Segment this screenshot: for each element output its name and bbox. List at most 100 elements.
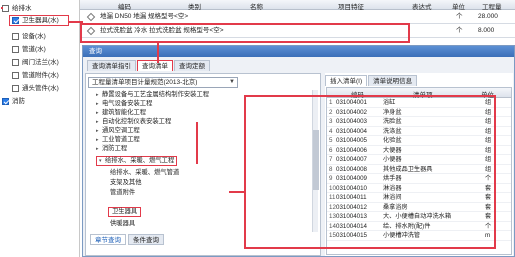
tree-node[interactable]: ▸ 建筑智能化工程 <box>96 108 146 117</box>
table-row[interactable]: 拉式洗脸盆 冷水 拉式洗脸盆 规格型号<空> 个 8.000 <box>80 24 515 38</box>
row-code: 031004001 <box>336 99 367 106</box>
table-row[interactable]: 3 031004003 洗脸盆 组 <box>327 117 511 127</box>
bill-list-tabs: 插入清单(I) 清单说明信息 <box>325 75 418 86</box>
row-number: 6 <box>329 146 333 154</box>
insert-bill-button[interactable]: 插入清单(I) <box>325 75 368 86</box>
row-item: 洗涤盆 <box>383 127 402 135</box>
tree-item-fire-protection[interactable]: 消防 <box>2 96 25 107</box>
row-unit: 套 <box>485 194 492 201</box>
chevron-down-icon[interactable]: ▼ <box>228 79 236 86</box>
checkbox[interactable] <box>12 72 19 79</box>
row-unit: 组 <box>485 108 492 116</box>
row-unit: 组 <box>485 127 492 135</box>
row-unit: 个 <box>456 27 463 34</box>
tree-item-sanitary-ware[interactable]: 卫生器具(水) <box>9 15 69 26</box>
tree-item-fittings[interactable]: 通头管件(水) <box>12 83 59 94</box>
row-quantity: 8.000 <box>478 27 495 34</box>
tab-bill-info[interactable]: 清单说明信息 <box>368 75 418 86</box>
tree-item-water-supply[interactable]: 给排水 <box>2 3 32 14</box>
row-item: 其他成品卫生器具 <box>383 165 433 173</box>
tree-node-label: 通风空调工程 <box>102 127 140 134</box>
row-code: 031004009 <box>336 175 367 182</box>
table-row[interactable]: 10 031004010 淋浴器 套 <box>327 184 511 193</box>
table-row[interactable]: 5 031004005 化验盆 组 <box>327 136 511 146</box>
category-tree: ▸ 静置设备与工艺金属结构制作安装工程 ▸ 电气设备安装工程 ▸ 建筑智能化工程 ▸ 自… <box>88 90 316 232</box>
checkbox[interactable] <box>2 98 9 105</box>
checkbox[interactable] <box>12 85 19 92</box>
row-unit: 组 <box>485 99 492 106</box>
grid-header: 编码 清单项 单位 <box>327 88 511 99</box>
tree-node[interactable]: ▸ 电气设备安装工程 <box>96 99 152 108</box>
tree-item-pipes[interactable]: 管道(水) <box>12 44 46 55</box>
row-code: 031004007 <box>336 156 367 163</box>
tree-node-label: 供暖器具 <box>110 220 136 227</box>
table-row[interactable]: 2 031004002 净身盆 组 <box>327 108 511 117</box>
row-number: 5 <box>329 137 333 144</box>
checkbox[interactable] <box>12 46 19 53</box>
tree-node[interactable]: ▸ 自动化控制仪表安装工程 <box>96 117 171 126</box>
tab-query-quota[interactable]: 查询定额 <box>174 60 210 71</box>
query-dialog: 查询 查询清单指引 查询清单 查询定额 工程量清单项目计量规范(2013-北京)… <box>82 45 515 257</box>
tree-node[interactable]: ▸ 通风空调工程 <box>96 126 140 135</box>
table-row[interactable]: 12 031004012 桑拿浴房 套 <box>327 203 511 212</box>
row-number: 14 <box>329 222 336 230</box>
tree-node-label: 工业管道工程 <box>102 136 140 143</box>
tree-scrollbar[interactable] <box>312 90 319 232</box>
table-row[interactable]: 地漏 DN50 地漏 规格型号<空> 个 28.000 <box>80 10 515 24</box>
table-row[interactable]: 13 031004013 大、小便槽自动冲洗水箱 套 <box>327 212 511 222</box>
checkbox[interactable] <box>12 59 19 66</box>
row-unit: 套 <box>485 213 492 220</box>
tree-node-sanitary-ware[interactable]: 卫生器具 <box>108 207 142 217</box>
row-item: 化验盆 <box>383 137 402 144</box>
row-number: 3 <box>329 118 333 125</box>
tree-node-label: 给排水、采暖、燃气管道 <box>110 169 180 176</box>
tree-item-valves[interactable]: 阀门法兰(水) <box>12 57 59 68</box>
row-number: 2 <box>329 108 333 116</box>
row-code: 031004006 <box>336 146 367 154</box>
checkbox[interactable] <box>12 33 19 40</box>
tree-node[interactable]: 支架及其他 <box>110 178 141 187</box>
tree-node-label: 静置设备与工艺金属结构制作安装工程 <box>102 91 210 98</box>
table-row[interactable]: 15 031004015 小便槽冲洗管 m <box>327 231 511 241</box>
tree-node[interactable]: ▸ 消防工程 <box>96 144 127 153</box>
tree-item-label: 消防 <box>12 98 25 105</box>
table-row[interactable]: 7 031004007 小便器 组 <box>327 155 511 165</box>
table-row[interactable]: 1 031004001 浴缸 组 <box>327 98 511 108</box>
tab-condition-query[interactable]: 条件查询 <box>128 234 164 245</box>
tree-node[interactable]: ▸ 工业管道工程 <box>96 135 140 144</box>
tree-node-plumbing[interactable]: ▾ 给排水、采暖、燃气工程 <box>96 156 178 166</box>
left-tree-panel: 给排水 卫生器具(水) 设备(水) 管道(水) 阀门法兰(水) 管道附件(水) … <box>0 0 80 257</box>
tree-node[interactable]: 给排水、采暖、燃气管道 <box>110 168 179 177</box>
table-row[interactable]: 6 031004006 大便器 组 <box>327 146 511 155</box>
row-code: 031004003 <box>336 118 367 125</box>
row-unit: 组 <box>485 137 492 144</box>
tree-item-equipment[interactable]: 设备(水) <box>12 31 46 42</box>
table-row[interactable]: 9 031004009 烘手器 个 <box>327 174 511 184</box>
scroll-thumb[interactable] <box>313 130 319 190</box>
row-code: 031004015 <box>336 232 367 239</box>
row-unit: m <box>485 232 491 239</box>
row-unit: 组 <box>485 146 492 154</box>
tab-bill-guide[interactable]: 查询清单指引 <box>87 60 136 71</box>
table-row[interactable]: 4 031004004 洗涤盆 组 <box>327 127 511 136</box>
row-code: 031004005 <box>336 137 367 144</box>
checkbox[interactable] <box>12 17 19 24</box>
tree-item-label: 给排水 <box>12 5 32 12</box>
tree-node[interactable]: ▸ 静置设备与工艺金属结构制作安装工程 <box>96 90 209 99</box>
table-row[interactable]: 14 031004014 给、排水附(配)件 个 <box>327 222 511 231</box>
row-name: 地漏 DN50 地漏 规格型号<空> <box>100 13 189 20</box>
row-item: 给、排水附(配)件 <box>383 222 431 230</box>
tab-chapter-query[interactable]: 章节查询 <box>90 234 126 245</box>
checkbox[interactable] <box>2 5 9 12</box>
tree-node[interactable]: 管道附件 <box>110 188 135 197</box>
tab-query-bill[interactable]: 查询清单 <box>137 60 173 71</box>
tree-node-label: 卫生器具 <box>112 208 138 215</box>
tree-item-pipe-accessories[interactable]: 管道附件(水) <box>12 70 59 81</box>
row-number: 8 <box>329 165 333 173</box>
row-number: 7 <box>329 156 333 163</box>
tree-node[interactable]: 供暖器具 <box>110 219 135 228</box>
table-row[interactable]: 11 031004011 淋浴间 套 <box>327 193 511 203</box>
row-item: 淋浴器 <box>383 184 402 192</box>
table-row[interactable]: 8 031004008 其他成品卫生器具 组 <box>327 165 511 174</box>
spec-select[interactable]: 工程量清单项目计量规范(2013-北京) ▼ <box>88 77 238 88</box>
